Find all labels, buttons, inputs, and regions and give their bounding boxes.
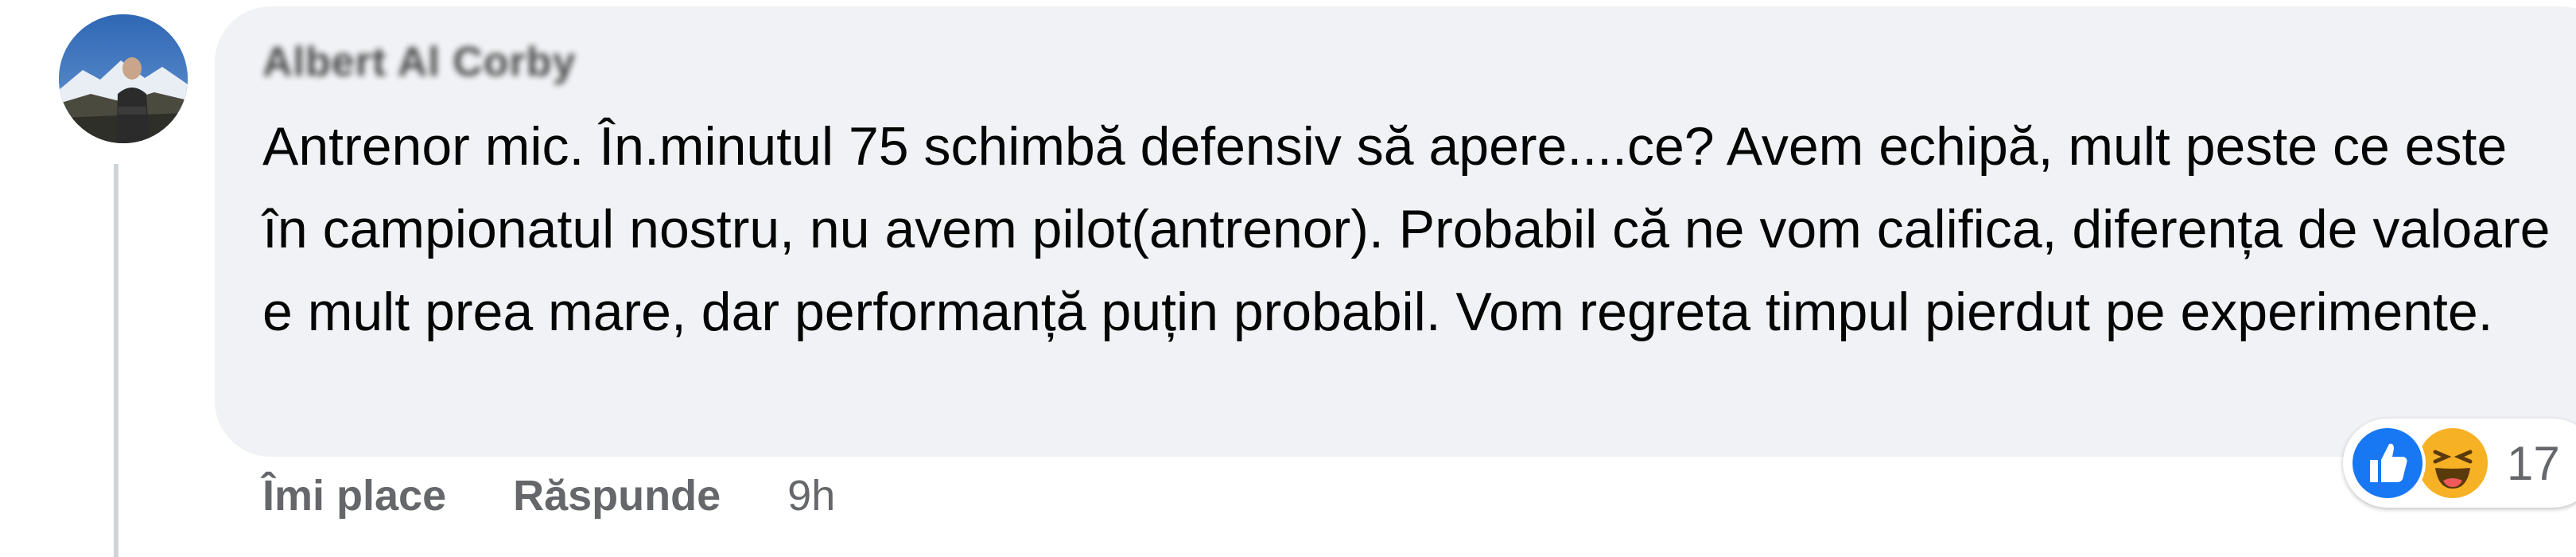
reaction-count: 17 <box>2507 436 2560 490</box>
comment-text: Antrenor mic. În.minutul 75 schimbă defe… <box>262 116 2551 342</box>
avatar[interactable] <box>59 14 188 143</box>
like-icon <box>2349 425 2426 501</box>
thread-line <box>114 164 119 557</box>
like-button[interactable]: Îmi place <box>262 471 446 520</box>
reactions-summary[interactable]: 17 <box>2343 419 2576 508</box>
comment: Albert Al Corby Antrenor mic. În.minutul… <box>0 0 2576 557</box>
haha-icon <box>2415 425 2491 501</box>
reply-button[interactable]: Răspunde <box>513 471 721 520</box>
comment-actions: Îmi place Răspunde 9h <box>262 468 835 524</box>
timestamp[interactable]: 9h <box>787 471 835 520</box>
author-name[interactable]: Albert Al Corby <box>262 38 576 86</box>
